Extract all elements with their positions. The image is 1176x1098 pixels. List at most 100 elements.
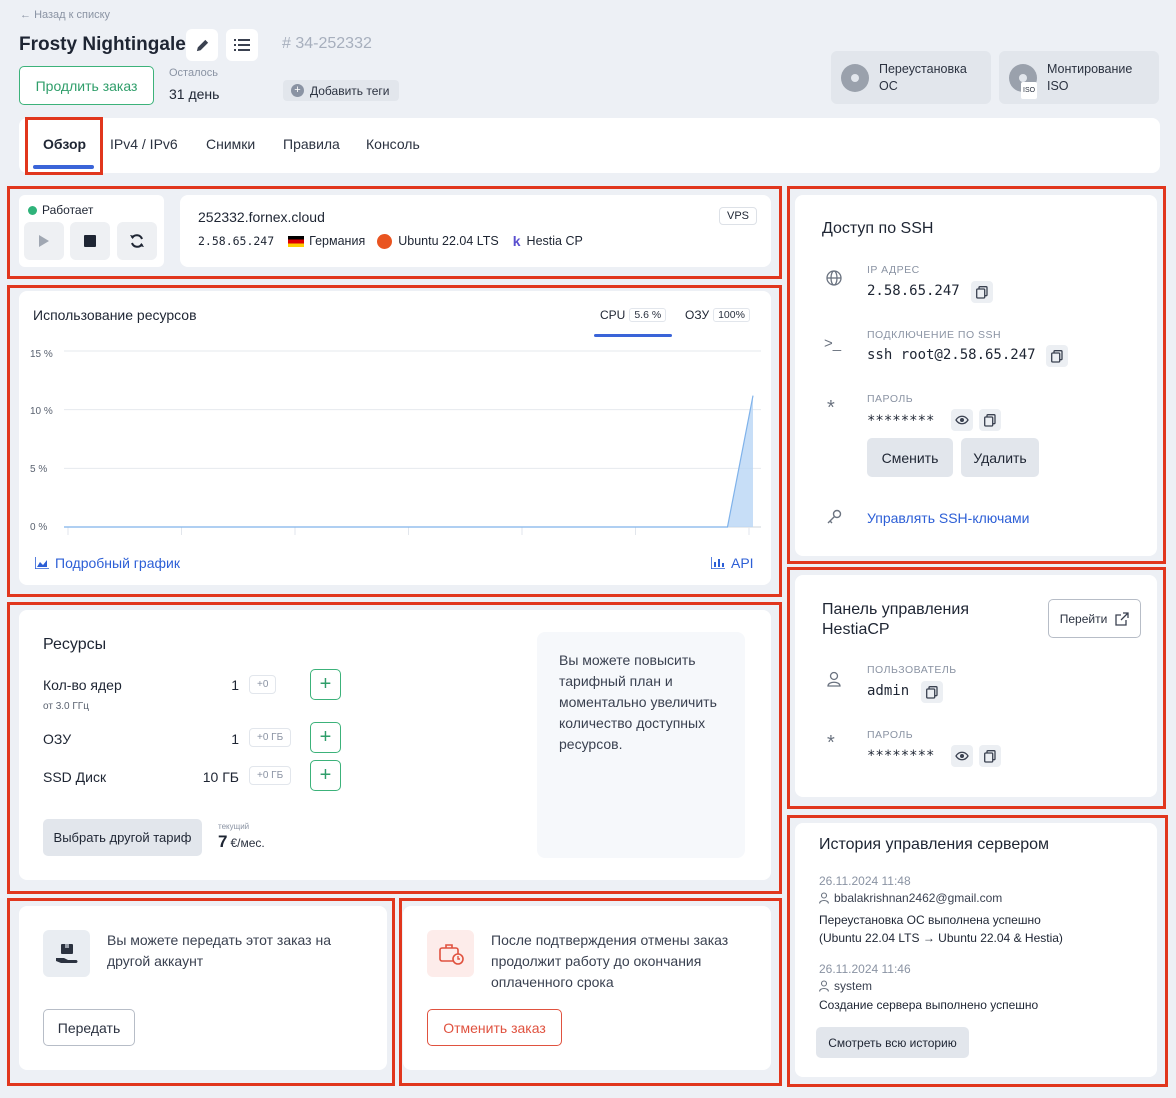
show-panel-password-button[interactable] [951,745,973,767]
view-all-history-button[interactable]: Смотреть всю историю [816,1027,969,1058]
tab-console[interactable]: Консоль [366,136,420,152]
history-user-name: bbalakrishnan2462@gmail.com [834,891,1003,905]
ssh-conn-value: ssh root@2.58.65.247 [867,347,1036,363]
history-text-line: Создание сервера выполнено успешно [819,998,1039,1012]
cpu-tab[interactable]: CPU 5.6 % [600,308,667,322]
copy-icon [984,749,996,763]
asterisk-icon: * [827,397,835,419]
add-ram-button[interactable]: + [310,722,341,753]
ram-label: ОЗУ [685,308,710,322]
history-user: system [819,979,872,993]
external-link-icon [1115,611,1129,626]
cancel-icon-box [427,930,474,977]
history-text-line: (Ubuntu 22.04 LTS → Ubuntu 22.04 & Hesti… [819,931,1063,945]
transfer-text: Вы можете передать этот заказ на другой … [107,932,331,969]
back-link-label: Назад к списку [34,9,111,21]
cancel-card: После подтверждения отмены заказ продолж… [403,906,771,1070]
cancel-order-button[interactable]: Отменить заказ [427,1009,562,1046]
power-controls: Работает [19,195,164,267]
tab-snapshots[interactable]: Снимки [206,136,255,152]
open-panel-label: Перейти [1059,611,1108,626]
ram-res-label: ОЗУ [43,731,72,747]
api-link[interactable]: API [711,555,754,571]
tab-bar: Обзор IPv4 / IPv6 Снимки Правила Консоль [19,118,1160,173]
copy-icon [1051,349,1063,363]
history-date: 26.11.2024 11:48 [819,874,911,888]
list-view-button[interactable] [226,29,258,61]
choose-plan-button[interactable]: Выбрать другой тариф [43,819,202,856]
cpu-value: 5.6 % [629,308,667,322]
cores-value: 1 [231,677,239,693]
ip-label: IP АДРЕС [867,264,920,276]
history-user: bbalakrishnan2462@gmail.com [819,891,1002,905]
tab-rules[interactable]: Правила [283,136,340,152]
add-ssd-button[interactable]: + [310,760,341,791]
reinstall-label-2: ОС [879,78,898,93]
copy-ip-button[interactable] [971,281,993,303]
status-label: Работает [42,203,94,217]
resources-title: Ресурсы [43,636,107,653]
eye-icon [955,415,969,425]
arrow-left-icon: ← [20,9,31,21]
open-panel-button[interactable]: Перейти [1048,599,1141,638]
briefcase-clock-icon [438,943,464,965]
back-link[interactable]: ← Назад к списку [20,9,110,21]
ram-add: +0 ГБ [249,728,292,747]
cancel-text: После подтверждения отмены заказ продолж… [491,932,729,990]
ram-tab[interactable]: ОЗУ 100% [685,308,750,322]
remaining-value: 31 день [169,86,220,102]
usage-chart [64,350,761,535]
user-icon [819,980,829,992]
add-tags-label: Добавить теги [310,83,390,98]
start-button[interactable] [24,222,64,260]
delete-password-button[interactable]: Удалить [961,438,1039,477]
show-password-button[interactable] [951,409,973,431]
copy-panel-password-button[interactable] [979,745,1001,767]
extend-order-button[interactable]: Продлить заказ [19,66,154,105]
list-icon [234,39,250,51]
panel-password-label: ПАРОЛЬ [867,729,914,741]
resources-card: Ресурсы Кол-во ядер от 3.0 ГГц 1 +0 + ОЗ… [19,610,771,880]
ssd-label: SSD Диск [43,769,107,785]
reinstall-os-button[interactable]: Переустановка ОС [831,51,991,104]
plus-icon: + [319,726,332,748]
ubuntu-icon [377,233,393,249]
password-label: ПАРОЛЬ [867,393,914,405]
change-password-button[interactable]: Сменить [867,438,953,477]
tab-ip[interactable]: IPv4 / IPv6 [110,136,178,152]
cpu-tab-indicator [594,334,672,337]
stop-button[interactable] [70,222,110,260]
page-title: Frosty Nightingale [19,34,186,55]
detail-chart-link[interactable]: Подробный график [35,555,180,571]
copy-icon [976,285,988,299]
status-dot-icon [28,205,37,215]
history-user-name: system [834,979,873,993]
germany-flag-icon [288,235,305,247]
copy-password-button[interactable] [979,409,1001,431]
iso-badge: ISO [1021,81,1038,99]
panel-card: Панель управления HestiaCP Перейти ПОЛЬЗ… [795,575,1157,797]
add-tags-button[interactable]: + Добавить теги [283,80,400,101]
active-tab-indicator [33,165,94,169]
user-icon [827,671,841,692]
edit-name-button[interactable] [186,29,218,61]
asterisk-icon: * [827,732,835,754]
ip-value: 2.58.65.247 [867,283,960,299]
copy-user-button[interactable] [921,681,943,703]
mount-iso-button[interactable]: ISO Монтирование ISO [999,51,1159,104]
y-tick-label: 5 % [30,464,48,475]
price-unit: €/мес. [230,836,265,850]
copy-ssh-button[interactable] [1046,345,1068,367]
restart-button[interactable] [117,222,157,260]
transfer-button[interactable]: Передать [43,1009,135,1046]
tab-overview[interactable]: Обзор [43,136,86,152]
panel-user-label: ПОЛЬЗОВАТЕЛЬ [867,664,957,676]
history-text-line: Переустановка ОС выполнена успешно [819,913,1041,927]
add-cores-button[interactable]: + [310,669,341,700]
manage-ssh-keys-link[interactable]: Управлять SSH-ключами [867,510,1030,526]
disc-icon [841,63,869,92]
ssh-card: Доступ по SSH IP АДРЕС 2.58.65.247 >_ ПО… [795,195,1157,556]
history-title: История управления сервером [819,836,1050,853]
server-info: 252332.fornex.cloud VPS 2.58.65.247 Герм… [180,195,771,267]
panel-user-value: admin [867,683,910,699]
